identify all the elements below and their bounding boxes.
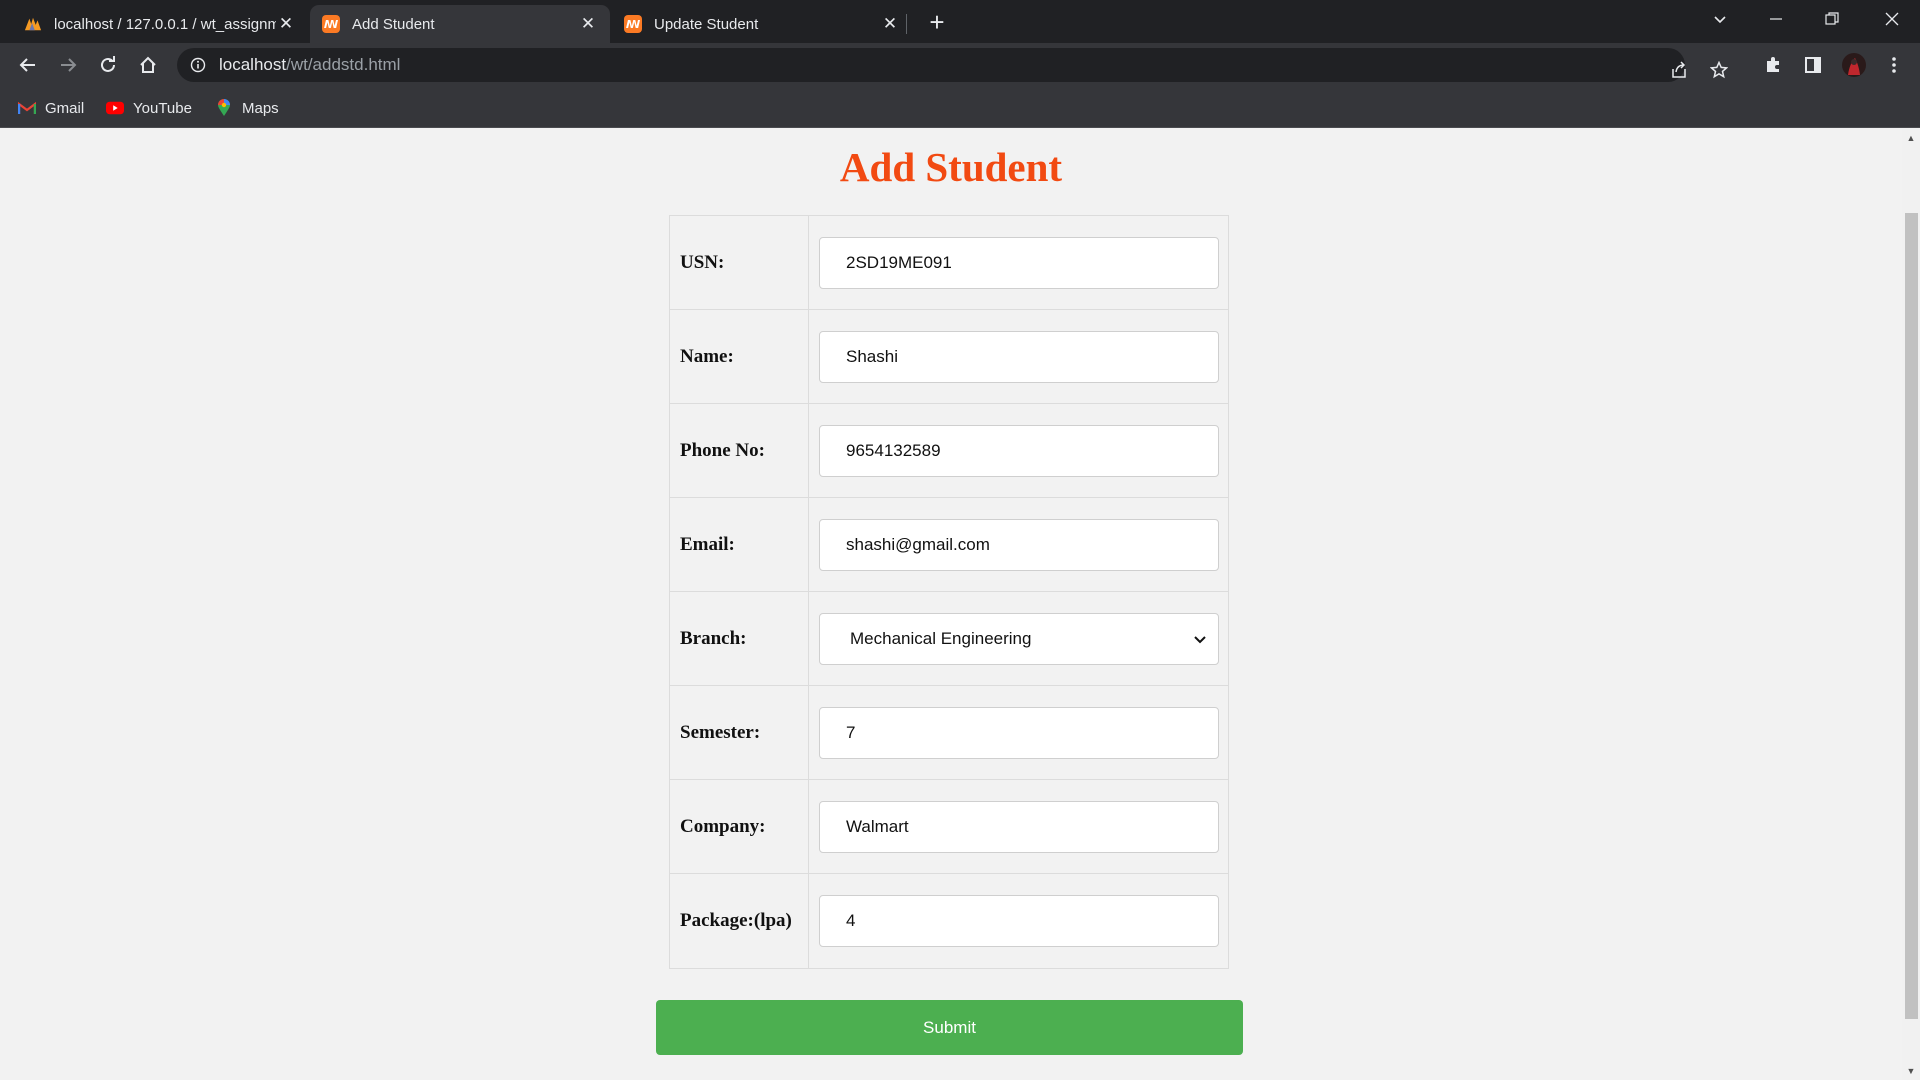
close-icon[interactable]: ✕ xyxy=(276,14,296,34)
avatar-icon xyxy=(1842,53,1866,77)
browser-toolbar: localhost/wt/addstd.html xyxy=(0,43,1920,87)
restore-button[interactable] xyxy=(1804,0,1860,38)
extensions-button[interactable] xyxy=(1757,49,1789,81)
usn-label: USN: xyxy=(670,216,809,309)
usn-input[interactable]: 2SD19ME091 xyxy=(819,236,1219,289)
back-arrow-icon xyxy=(19,58,35,72)
form-row-company: Company: Walmart xyxy=(670,780,1228,874)
usn-cell: 2SD19ME091 xyxy=(809,216,1228,309)
xampp-icon: ꟿ xyxy=(624,15,642,33)
name-label: Name: xyxy=(670,310,809,403)
package-cell: 4 xyxy=(809,874,1228,968)
scroll-down-arrow-icon[interactable]: ▼ xyxy=(1902,1062,1920,1080)
tab-title: Update Student xyxy=(654,15,759,33)
share-icon[interactable] xyxy=(1663,54,1695,86)
svg-text:ꟿ: ꟿ xyxy=(626,18,641,31)
site-info-icon[interactable] xyxy=(189,56,207,74)
side-panel-button[interactable] xyxy=(1797,49,1829,81)
close-icon[interactable]: ✕ xyxy=(578,14,598,34)
tab-phpmyadmin[interactable]: localhost / 127.0.0.1 / wt_assignm ✕ xyxy=(12,5,308,43)
close-icon[interactable]: ✕ xyxy=(880,14,900,34)
page-title: Add Student xyxy=(839,144,1063,190)
semester-cell: 7 xyxy=(809,686,1228,779)
branch-select[interactable]: Mechanical Engineering xyxy=(819,612,1219,665)
svg-text:ꟿ: ꟿ xyxy=(324,18,339,31)
company-input[interactable]: Walmart xyxy=(819,800,1219,853)
student-form-table: USN: 2SD19ME091 Name: Shashi Phone No: 9… xyxy=(669,215,1229,969)
semester-input[interactable]: 7 xyxy=(819,706,1219,759)
tab-search-button[interactable] xyxy=(1692,0,1748,38)
email-input[interactable]: shashi@gmail.com xyxy=(819,518,1219,571)
semester-label: Semester: xyxy=(670,686,809,779)
tab-divider xyxy=(906,14,907,34)
tab-strip: localhost / 127.0.0.1 / wt_assignm ✕ ꟿ A… xyxy=(0,0,1920,43)
email-label: Email: xyxy=(670,498,809,591)
tab-title: Add Student xyxy=(352,15,435,33)
form-row-package: Package:(lpa) 4 xyxy=(670,874,1228,968)
page-viewport: Add Student USN: 2SD19ME091 Name: Shashi… xyxy=(0,129,1902,1080)
url-text: localhost/wt/addstd.html xyxy=(219,55,400,75)
page-scrollbar[interactable]: ▲ ▼ xyxy=(1902,129,1920,1080)
bookmark-maps[interactable]: Maps xyxy=(215,96,279,120)
phone-input[interactable]: 9654132589 xyxy=(819,424,1219,477)
bookmarks-bar: Gmail YouTube Maps xyxy=(0,87,1920,128)
form-row-branch: Branch: Mechanical Engineering xyxy=(670,592,1228,686)
bookmark-gmail[interactable]: Gmail xyxy=(18,96,84,120)
home-button[interactable] xyxy=(132,49,164,81)
reload-icon xyxy=(101,56,115,72)
scroll-up-arrow-icon[interactable]: ▲ xyxy=(1902,129,1920,147)
xampp-icon: ꟿ xyxy=(322,15,340,33)
forward-arrow-icon xyxy=(61,58,77,72)
form-row-email: Email: shashi@gmail.com xyxy=(670,498,1228,592)
kebab-menu-icon xyxy=(1892,57,1896,73)
youtube-icon xyxy=(106,99,124,117)
home-icon xyxy=(140,56,156,73)
minimize-button[interactable] xyxy=(1748,0,1804,38)
bookmark-star-icon[interactable] xyxy=(1703,54,1735,86)
maps-icon xyxy=(215,99,233,117)
phpmyadmin-icon xyxy=(24,15,42,33)
gmail-icon xyxy=(18,99,36,117)
side-panel-icon xyxy=(1805,57,1821,73)
email-cell: shashi@gmail.com xyxy=(809,498,1228,591)
new-tab-button[interactable]: + xyxy=(923,7,951,37)
form-row-semester: Semester: 7 xyxy=(670,686,1228,780)
tab-title: localhost / 127.0.0.1 / wt_assignm xyxy=(54,15,276,33)
chevron-down-icon xyxy=(1194,629,1206,649)
bookmark-label: Maps xyxy=(242,99,279,117)
company-cell: Walmart xyxy=(809,780,1228,873)
tab-add-student[interactable]: ꟿ Add Student ✕ xyxy=(310,5,610,43)
branch-label: Branch: xyxy=(670,592,809,685)
form-row-usn: USN: 2SD19ME091 xyxy=(670,216,1228,310)
branch-cell: Mechanical Engineering xyxy=(809,592,1228,685)
address-bar[interactable]: localhost/wt/addstd.html xyxy=(177,48,1728,82)
name-cell: Shashi xyxy=(809,310,1228,403)
package-label: Package:(lpa) xyxy=(670,874,809,968)
back-button[interactable] xyxy=(12,49,44,81)
bookmark-youtube[interactable]: YouTube xyxy=(106,96,192,120)
profile-avatar[interactable] xyxy=(1838,49,1870,81)
tab-update-student[interactable]: ꟿ Update Student ✕ xyxy=(612,5,912,43)
forward-button[interactable] xyxy=(52,49,84,81)
form-row-name: Name: Shashi xyxy=(670,310,1228,404)
reload-button[interactable] xyxy=(92,49,124,81)
name-input[interactable]: Shashi xyxy=(819,330,1219,383)
company-label: Company: xyxy=(670,780,809,873)
branch-selected-value: Mechanical Engineering xyxy=(850,628,1032,648)
phone-cell: 9654132589 xyxy=(809,404,1228,497)
menu-button[interactable] xyxy=(1878,49,1910,81)
submit-button[interactable]: Submit xyxy=(656,1000,1243,1055)
bookmark-label: Gmail xyxy=(45,99,85,117)
phone-label: Phone No: xyxy=(670,404,809,497)
puzzle-icon xyxy=(1767,57,1779,72)
package-input[interactable]: 4 xyxy=(819,895,1219,947)
form-row-phone: Phone No: 9654132589 xyxy=(670,404,1228,498)
url-host: localhost xyxy=(219,55,287,74)
close-window-button[interactable] xyxy=(1864,0,1920,38)
url-path: /wt/addstd.html xyxy=(286,55,401,74)
bookmark-label: YouTube xyxy=(133,99,192,117)
scrollbar-thumb[interactable] xyxy=(1905,213,1918,1019)
